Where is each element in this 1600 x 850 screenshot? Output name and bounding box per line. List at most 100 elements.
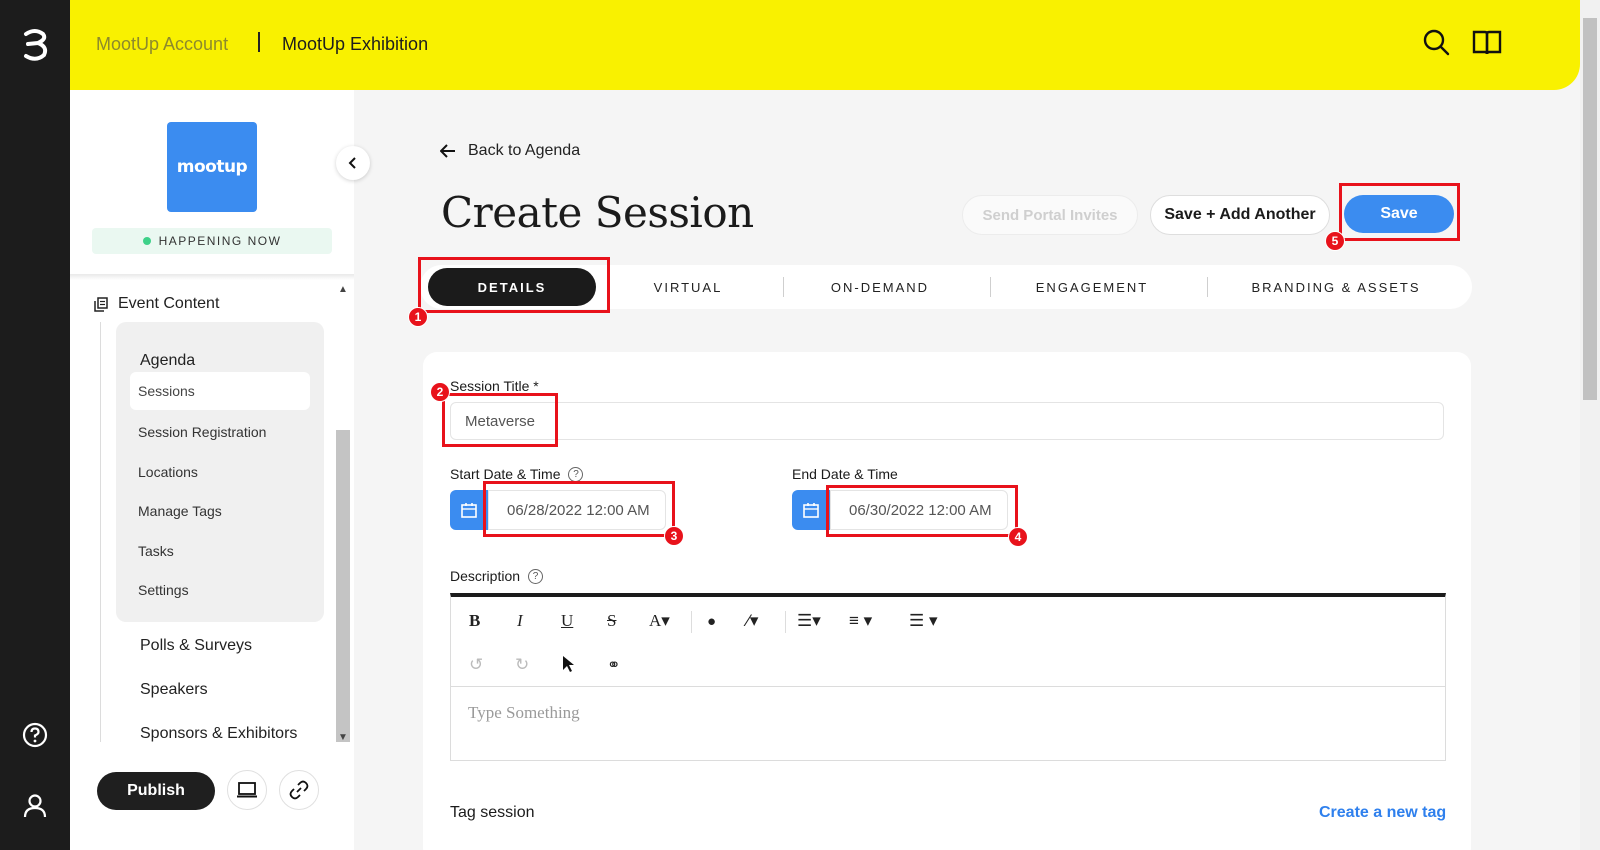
tree-line	[100, 322, 101, 742]
sidebar-item-tasks[interactable]: Tasks	[138, 543, 174, 559]
laptop-icon	[237, 782, 257, 798]
sidebar-item-session-registration[interactable]: Session Registration	[138, 424, 266, 440]
page-title: Create Session	[441, 188, 754, 237]
brand-logo-icon[interactable]	[20, 28, 50, 62]
scroll-down-arrow-icon[interactable]: ▼	[336, 732, 350, 743]
step-badge-5: 5	[1325, 231, 1345, 251]
tab-separator	[1207, 277, 1208, 297]
end-date-label-text: End Date & Time	[792, 466, 898, 482]
magic-wand-icon[interactable]: ⁄▾	[747, 611, 758, 631]
sidebar-item-speakers[interactable]: Speakers	[140, 681, 208, 699]
help-icon[interactable]	[22, 722, 48, 748]
search-icon[interactable]	[1422, 28, 1450, 56]
step-badge-1: 1	[408, 307, 428, 327]
unordered-list-icon[interactable]: ☰ ▾	[909, 611, 938, 631]
editor-toolbar-row-1: B I U S A▾ ● ⁄▾ ☰▾ ≡ ▾ ☰ ▾	[451, 599, 1445, 643]
editor-toolbar-row-2: ↺ ↻ ⚭	[451, 643, 1445, 687]
book-icon[interactable]	[1472, 28, 1502, 56]
highlight-box-session-title	[442, 393, 558, 447]
back-label: Back to Agenda	[468, 142, 581, 159]
sidebar-scrollbar-thumb[interactable]	[336, 430, 350, 750]
tab-separator	[990, 277, 991, 297]
tab-engagement[interactable]: ENGAGEMENT	[1012, 265, 1172, 309]
collapse-sidebar-button[interactable]	[336, 146, 370, 180]
end-date-label: End Date & Time	[792, 466, 898, 482]
breadcrumb-event[interactable]: MootUp Exhibition	[282, 34, 428, 55]
calendar-icon	[461, 502, 477, 518]
breadcrumb-separator	[258, 32, 260, 52]
tab-branding-assets[interactable]: BRANDING & ASSETS	[1228, 265, 1444, 309]
bold-icon[interactable]: B	[469, 611, 480, 631]
sidebar-item-locations[interactable]: Locations	[138, 464, 198, 480]
chevron-left-icon	[348, 157, 356, 169]
cursor-icon[interactable]	[561, 655, 575, 673]
help-tooltip-icon[interactable]: ?	[528, 568, 544, 584]
highlight-box-details-tab	[418, 257, 610, 313]
status-text: HAPPENING NOW	[158, 234, 282, 248]
copy-link-button[interactable]	[279, 770, 319, 810]
step-badge-3: 3	[664, 526, 684, 546]
help-tooltip-icon[interactable]: ?	[568, 466, 584, 482]
start-date-label: Start Date & Time ?	[450, 466, 584, 482]
description-editor: B I U S A▾ ● ⁄▾ ☰▾ ≡ ▾ ☰ ▾ ↺ ↻ ⚭ Type So…	[450, 593, 1446, 761]
undo-icon[interactable]: ↺	[469, 655, 483, 675]
user-icon[interactable]	[22, 792, 48, 818]
event-logo: mootup	[167, 122, 257, 212]
description-placeholder[interactable]: Type Something	[468, 703, 580, 723]
toolbar-separator	[785, 611, 786, 633]
top-bar: MootUp Account MootUp Exhibition	[70, 0, 1580, 90]
tab-virtual[interactable]: VIRTUAL	[620, 265, 756, 309]
sidebar-item-agenda[interactable]: Agenda	[140, 352, 195, 370]
create-new-tag-link[interactable]: Create a new tag	[1319, 804, 1446, 822]
highlight-box-end-date	[826, 485, 1018, 537]
toolbar-separator	[691, 611, 692, 633]
save-add-another-button[interactable]: Save + Add Another	[1150, 195, 1330, 235]
tab-on-demand[interactable]: ON-DEMAND	[804, 265, 956, 309]
sidebar-item-sponsors-exhibitors[interactable]: Sponsors & Exhibitors	[140, 725, 297, 743]
sidebar-item-sessions[interactable]: Sessions	[130, 372, 310, 410]
session-title-label: Session Title *	[450, 378, 539, 394]
left-rail	[0, 0, 70, 850]
divider	[70, 274, 354, 280]
ordered-list-icon[interactable]: ≡ ▾	[849, 611, 872, 631]
italic-icon[interactable]: I	[517, 611, 523, 631]
calendar-icon	[803, 502, 819, 518]
status-badge: HAPPENING NOW	[92, 228, 332, 254]
window-scrollbar-thumb[interactable]	[1583, 18, 1597, 400]
strikethrough-icon[interactable]: S	[607, 611, 616, 631]
sidebar: mootup HAPPENING NOW Event Content Agend…	[70, 90, 370, 850]
step-badge-2: 2	[430, 382, 450, 402]
tab-separator	[783, 277, 784, 297]
start-date-label-text: Start Date & Time	[450, 466, 561, 482]
highlight-box-save	[1339, 183, 1460, 241]
publish-button[interactable]: Publish	[97, 772, 215, 810]
event-content-label: Event Content	[118, 295, 220, 312]
send-portal-invites-button[interactable]: Send Portal Invites	[962, 195, 1138, 235]
arrow-left-icon	[440, 144, 455, 158]
highlight-box-start-date	[483, 481, 675, 537]
link-icon	[289, 780, 309, 800]
description-label-text: Description	[450, 568, 521, 584]
step-badge-4: 4	[1008, 527, 1028, 547]
font-size-icon[interactable]: A▾	[649, 611, 670, 631]
end-date-calendar-button[interactable]	[792, 490, 830, 530]
preview-button[interactable]	[227, 770, 267, 810]
scroll-up-arrow-icon[interactable]: ▲	[336, 284, 350, 295]
content-icon	[94, 296, 108, 312]
link-icon[interactable]: ⚭	[607, 655, 620, 675]
tag-session-label: Tag session	[450, 804, 535, 821]
color-drop-icon[interactable]: ●	[707, 613, 716, 630]
align-icon[interactable]: ☰▾	[797, 611, 821, 631]
status-dot	[142, 237, 151, 245]
description-label: Description ?	[450, 568, 544, 584]
sidebar-item-polls-surveys[interactable]: Polls & Surveys	[140, 637, 252, 655]
session-title-input[interactable]: Metaverse	[450, 402, 1444, 440]
session-title-label-text: Session Title *	[450, 378, 539, 394]
sidebar-item-manage-tags[interactable]: Manage Tags	[138, 503, 222, 519]
redo-icon[interactable]: ↻	[515, 655, 529, 675]
underline-icon[interactable]: U	[561, 611, 573, 631]
sidebar-item-settings[interactable]: Settings	[138, 582, 189, 598]
event-content-section[interactable]: Event Content	[94, 295, 219, 313]
back-to-agenda-link[interactable]: Back to Agenda	[440, 142, 580, 160]
breadcrumb-account[interactable]: MootUp Account	[96, 34, 228, 55]
